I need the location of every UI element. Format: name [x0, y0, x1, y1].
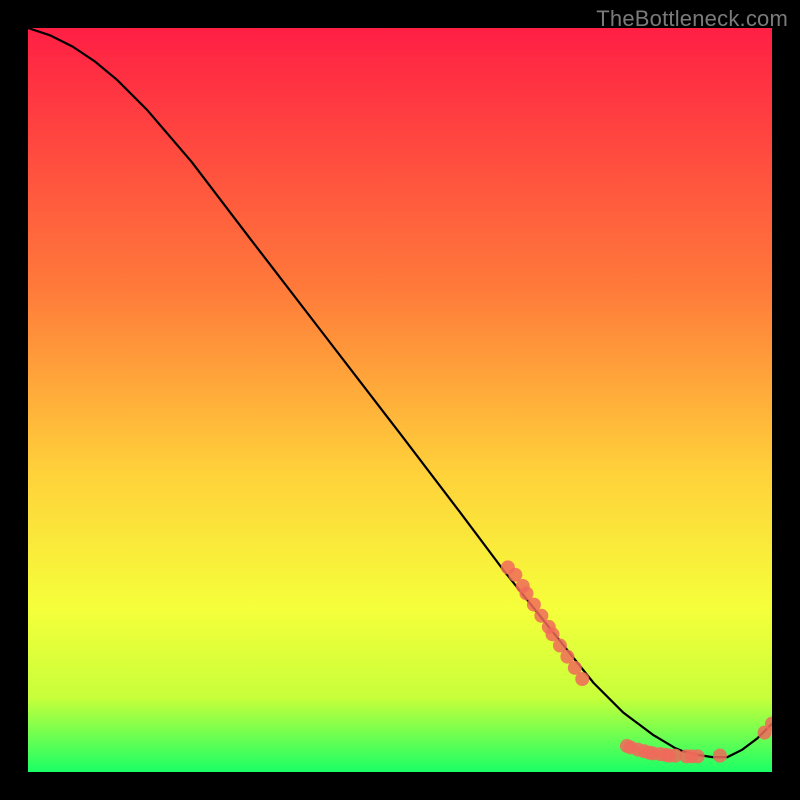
plot-area	[28, 28, 772, 772]
gradient-background	[28, 28, 772, 772]
bottleneck-curve-chart	[28, 28, 772, 772]
data-marker	[691, 749, 705, 763]
data-marker	[575, 672, 589, 686]
data-marker	[713, 749, 727, 763]
chart-frame: TheBottleneck.com	[0, 0, 800, 800]
watermark-text: TheBottleneck.com	[596, 6, 788, 32]
